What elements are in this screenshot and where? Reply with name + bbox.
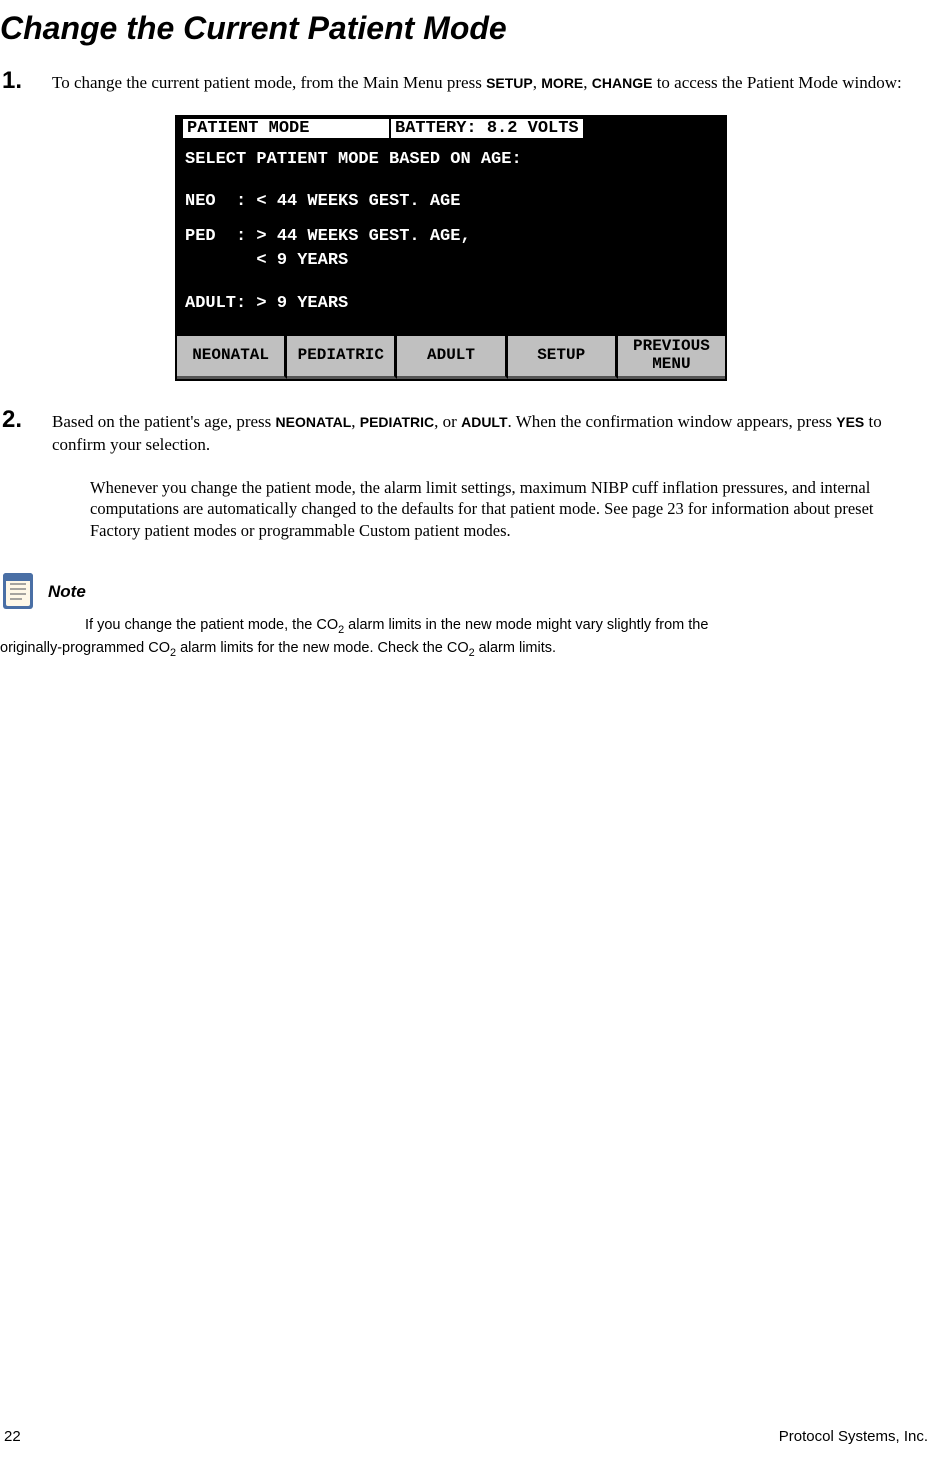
yes-label: YES [836,414,864,430]
step-2-number: 2. [2,406,52,457]
adult-label: ADULT [461,414,507,430]
note-l2-pre: originally-programmed CO [0,640,170,656]
note-l1-post: alarm limits in the new mode might vary … [344,617,708,633]
sep: , [533,73,542,92]
step-1-text: To change the current patient mode, from… [52,67,902,95]
change-label: CHANGE [592,75,653,91]
step-2-mid: . When the confirmation window appears, … [508,412,837,431]
screen-title: PATIENT MODE [183,119,391,138]
adult-button[interactable]: ADULT [397,336,507,379]
screen-adult-line: ADULT: > 9 YEARS [185,294,717,314]
step-1-post: to access the Patient Mode window: [652,73,901,92]
screen-neo-line: NEO : < 44 WEEKS GEST. AGE [185,192,717,212]
screen-ped-line2: < 9 YEARS [185,251,717,271]
neonatal-button[interactable]: NEONATAL [177,336,287,379]
sep: , [583,73,592,92]
neonatal-label: NEONATAL [276,414,352,430]
battery-status: BATTERY: 8.2 VOLTS [391,119,583,138]
sep: , or [434,412,461,431]
step-1-pre: To change the current patient mode, from… [52,73,486,92]
note-l2-mid: alarm limits for the new mode. Check the… [176,640,469,656]
setup-button[interactable]: SETUP [508,336,618,379]
step-2-pre: Based on the patient's age, press [52,412,276,431]
step-2: 2. Based on the patient's age, press NEO… [0,406,932,457]
note-icon [0,571,40,613]
page-title: Change the Current Patient Mode [0,10,932,47]
patient-mode-screen: PATIENT MODE BATTERY: 8.2 VOLTS SELECT P… [175,115,727,381]
page-number: 22 [4,1428,21,1445]
page-footer: 22 Protocol Systems, Inc. [0,1428,932,1445]
screen-body: SELECT PATIENT MODE BASED ON AGE: NEO : … [177,140,725,336]
pediatric-label: PEDIATRIC [360,414,434,430]
screen-button-row: NEONATAL PEDIATRIC ADULT SETUP PREVIOUS … [177,336,725,379]
previous-menu-button[interactable]: PREVIOUS MENU [618,336,725,379]
more-label: MORE [541,75,583,91]
sub-paragraph: Whenever you change the patient mode, th… [90,477,922,541]
setup-label: SETUP [486,75,533,91]
note-section: Note If you change the patient mode, the… [0,571,932,661]
step-1-number: 1. [2,67,52,95]
note-text: If you change the patient mode, the CO2 … [0,615,932,661]
screen-ped-line1: PED : > 44 WEEKS GEST. AGE, [185,227,717,247]
sep: , [351,412,360,431]
pediatric-button[interactable]: PEDIATRIC [287,336,397,379]
step-1: 1. To change the current patient mode, f… [0,67,932,95]
step-2-text: Based on the patient's age, press NEONAT… [52,406,930,457]
note-l1-pre: If you change the patient mode, the CO [85,617,338,633]
screen-prompt: SELECT PATIENT MODE BASED ON AGE: [185,150,717,170]
company-name: Protocol Systems, Inc. [779,1428,928,1445]
note-label: Note [48,582,86,602]
note-l2-post: alarm limits. [475,640,556,656]
